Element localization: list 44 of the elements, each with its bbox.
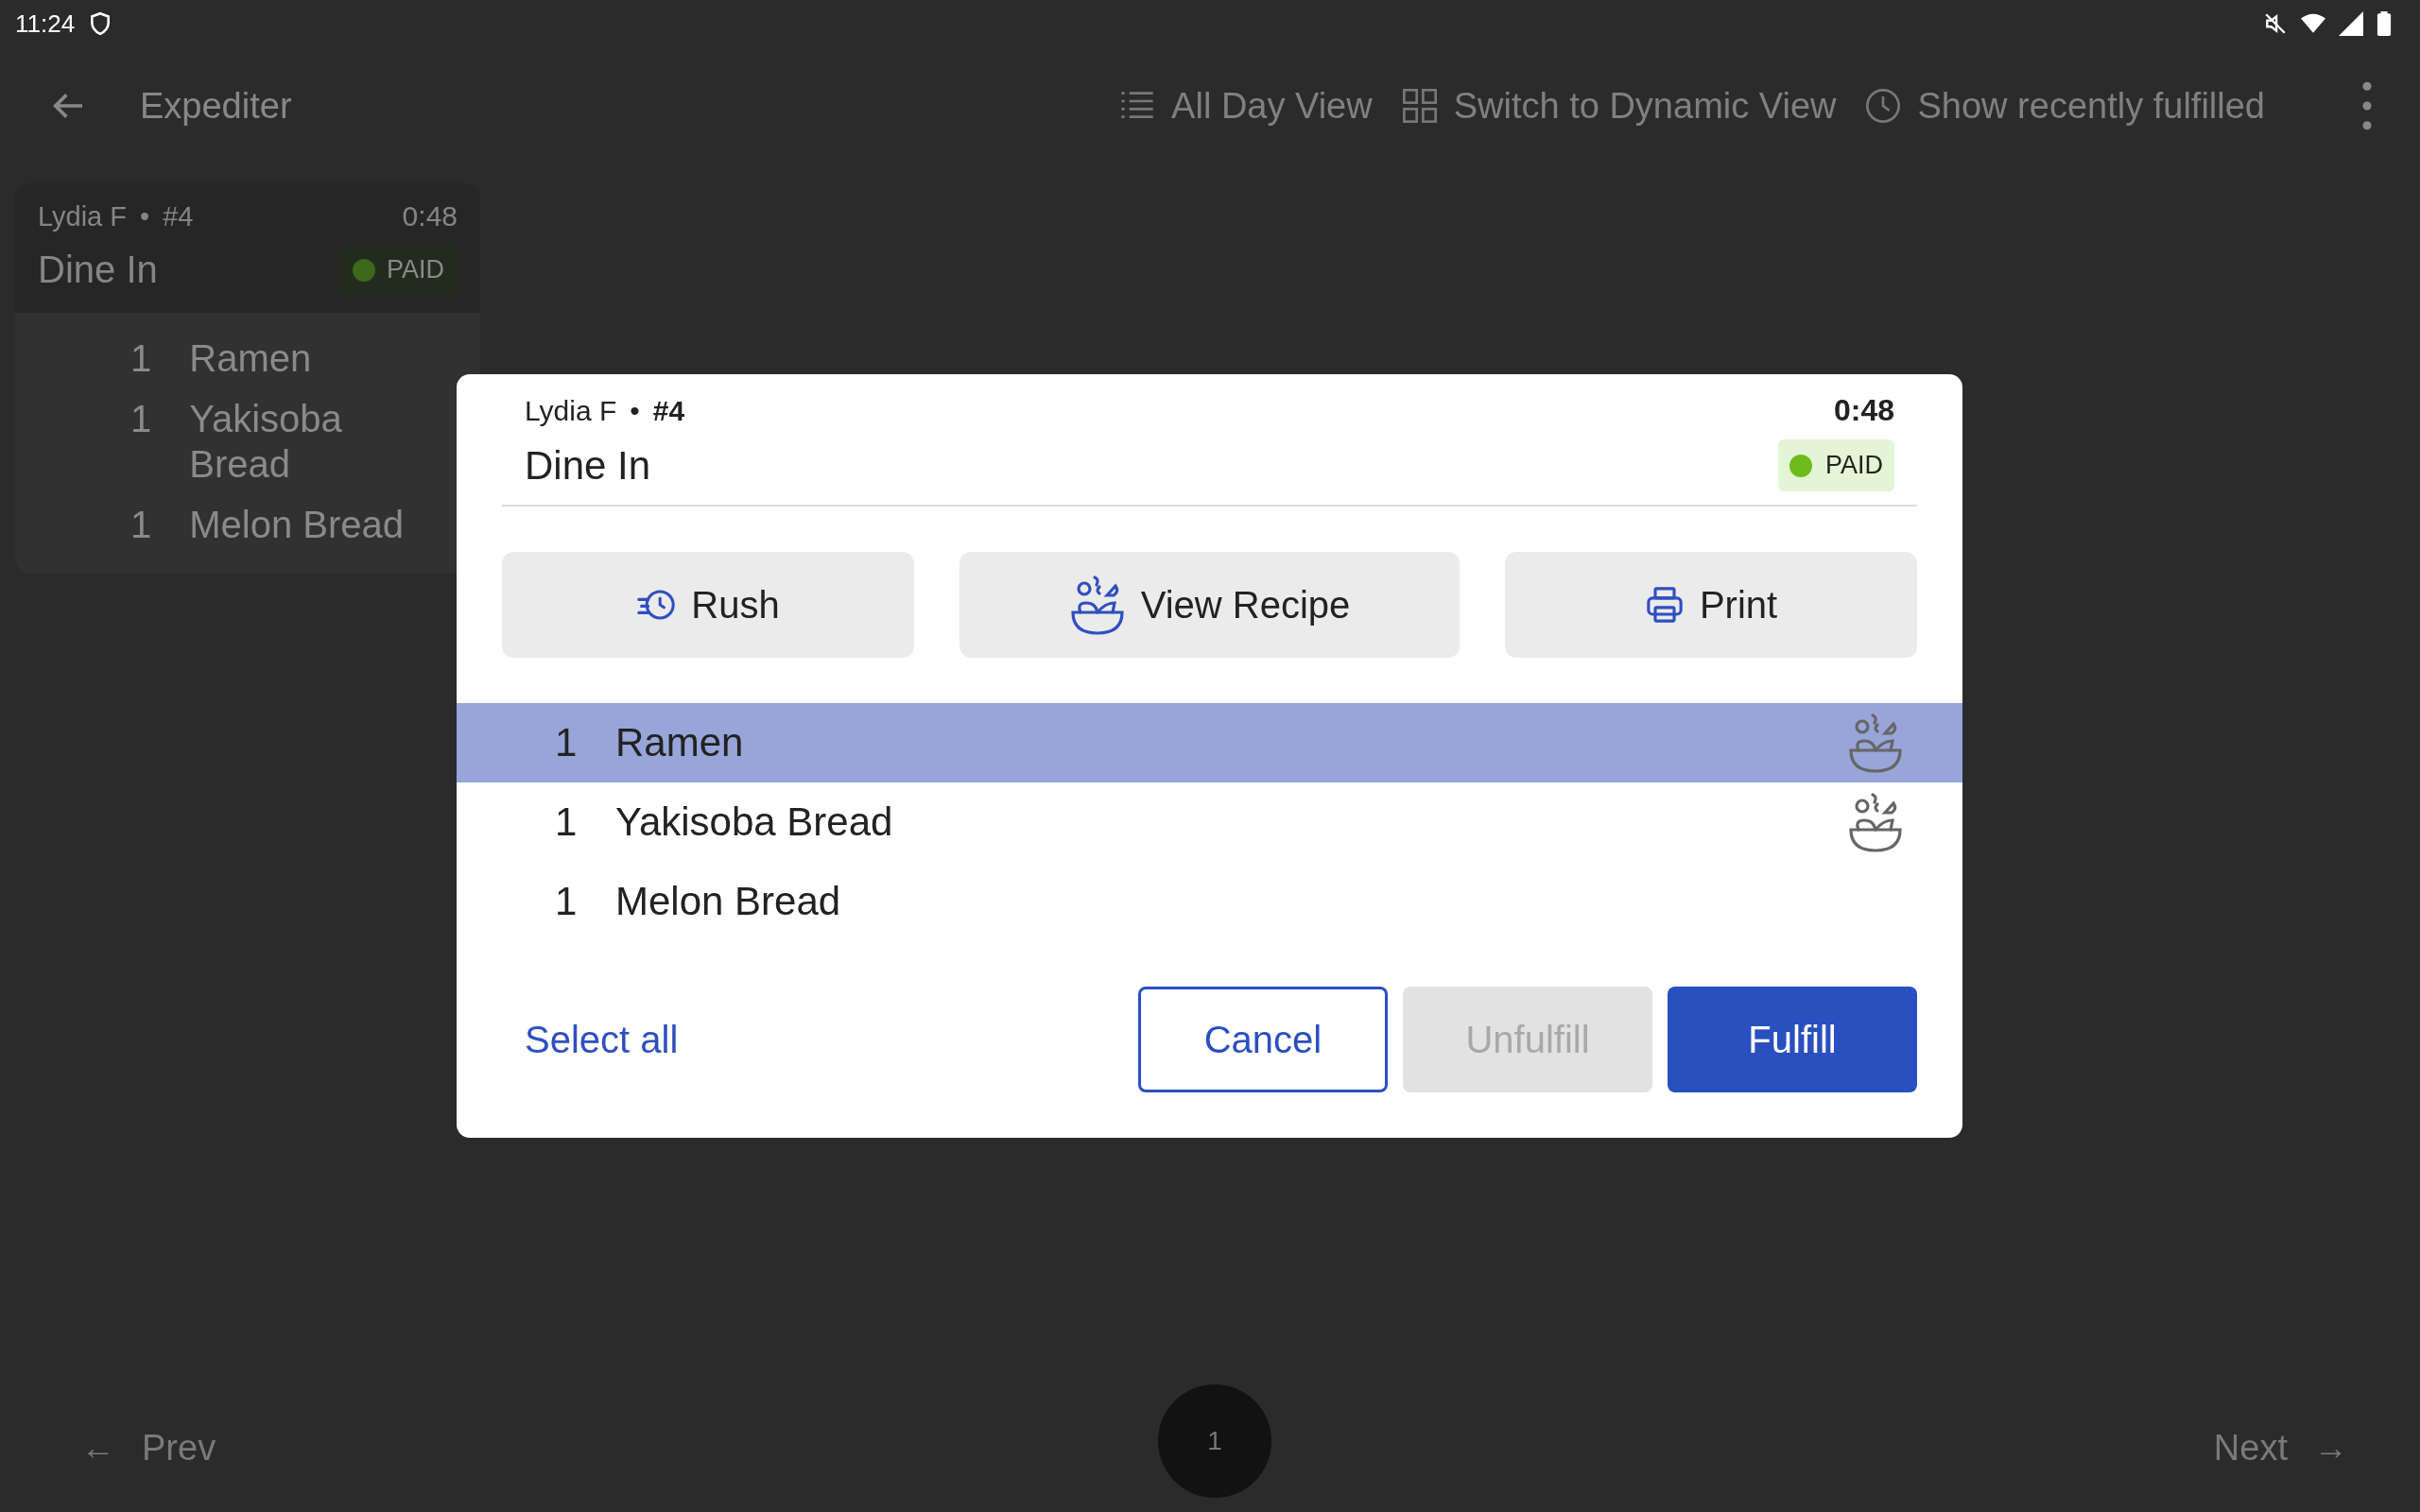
order-item-row[interactable]: 1 Melon Bread (457, 862, 1962, 941)
clock-icon (1864, 87, 1903, 125)
item-name: Yakisoba Bread (189, 397, 343, 487)
customer-name: Lydia F (525, 394, 617, 427)
order-card[interactable]: Lydia F • #4 0:48 Dine In PAID 1 Ramen 1 Yakisoba Bread 1 Melon Bread (15, 183, 480, 574)
separator-dot: • (140, 200, 150, 232)
mute-icon (2263, 11, 2288, 36)
left-arrow-icon: ← (81, 1428, 115, 1468)
print-button[interactable]: Print (1505, 552, 1917, 658)
order-type: Dine In (38, 249, 158, 291)
printer-icon (1644, 586, 1685, 624)
toolbar-action[interactable]: Switch to Dynamic View (1389, 85, 1848, 127)
right-arrow-icon: → (2314, 1428, 2348, 1468)
grid-icon (1400, 87, 1439, 125)
customer-name: Lydia F (38, 200, 128, 232)
item-name: Melon Bread (189, 503, 406, 547)
order-item-row[interactable]: 1 Yakisoba Bread (457, 782, 1962, 862)
rush-button[interactable]: Rush (502, 552, 914, 658)
dialog-button[interactable]: Cancel (1138, 987, 1388, 1092)
dialog-button[interactable]: Fulfill (1668, 987, 1917, 1092)
order-timer: 0:48 (402, 200, 458, 232)
recipe-button[interactable]: View Recipe (959, 552, 1460, 658)
order-number: #4 (652, 394, 685, 427)
order-number: #4 (163, 200, 194, 232)
order-type: Dine In (525, 442, 651, 489)
select-all-link[interactable]: Select all (502, 1018, 701, 1061)
item-quantity: 1 (130, 397, 152, 441)
status-time: 11:24 (15, 9, 76, 39)
toolbar-action[interactable]: Show recently fulfilled (1853, 85, 2276, 127)
order-timer: 0:48 (1833, 393, 1894, 428)
item-name: Ramen (189, 336, 313, 381)
paid-badge: PAID (1778, 439, 1894, 491)
item-quantity: 1 (130, 336, 152, 381)
signal-icon (2339, 11, 2363, 36)
order-item-row[interactable]: 1 Ramen (457, 703, 1962, 782)
screen-title: Expediter (140, 85, 292, 127)
item-quantity: 1 (130, 503, 152, 547)
battery-icon (2377, 11, 2392, 36)
paid-badge: PAID (339, 244, 458, 296)
page-indicator: 1 (1158, 1384, 1271, 1498)
separator-dot: • (630, 394, 640, 427)
more-options-icon[interactable] (2361, 81, 2373, 130)
salad-bowl-icon (1068, 574, 1126, 636)
toolbar-action[interactable]: All Day View (1107, 85, 1384, 127)
